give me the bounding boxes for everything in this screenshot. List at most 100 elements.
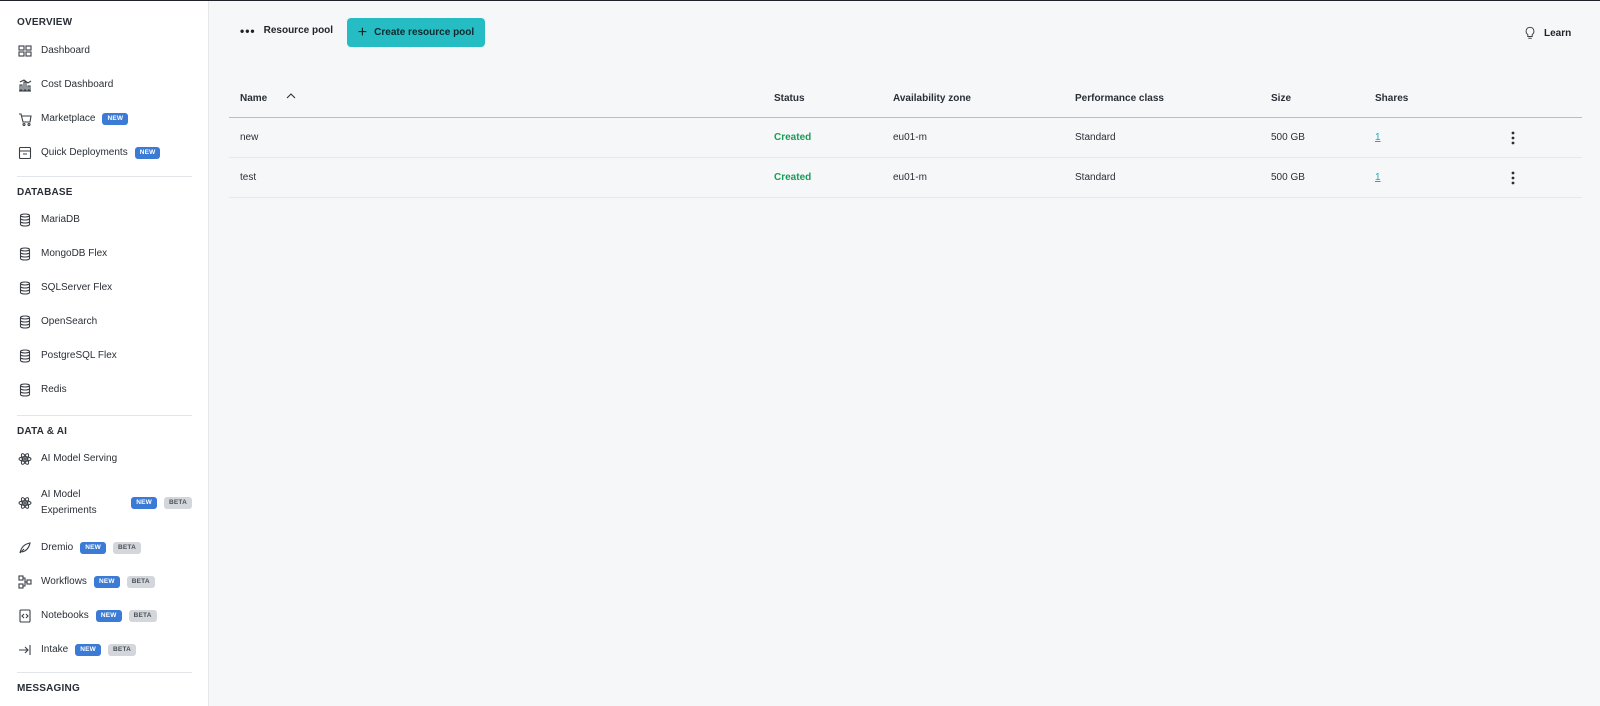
new-badge: NEW	[102, 113, 129, 125]
kebab-menu-icon[interactable]	[1507, 170, 1519, 186]
sidebar-item-label: Dremio	[41, 542, 74, 553]
sidebar-item-dashboard[interactable]: Dashboard	[17, 38, 192, 64]
sidebar-item-mariadb[interactable]: MariaDB	[17, 207, 192, 233]
intake-icon	[17, 642, 33, 658]
sidebar-item-label: PostgreSQL Flex	[41, 350, 117, 361]
section-overview: OVERVIEW	[17, 17, 73, 28]
sidebar-item-workflows[interactable]: Workflows NEW BETA	[17, 569, 192, 595]
new-badge: NEW	[134, 147, 161, 159]
column-size-header: Size	[1271, 93, 1292, 104]
sidebar-item-label: Workflows	[41, 576, 87, 587]
status-badge: Created	[774, 132, 812, 143]
database-icon	[17, 212, 33, 228]
sidebar-item-marketplace[interactable]: Marketplace NEW	[17, 106, 192, 132]
sidebar-item-sqlserver[interactable]: SQLServer Flex	[17, 275, 192, 301]
beta-badge: BETA	[163, 497, 192, 509]
create-resource-pool-button[interactable]: + Create resource pool	[347, 18, 485, 47]
cell-name: test	[240, 172, 257, 183]
create-button-label: Create resource pool	[374, 27, 475, 38]
database-icon	[17, 280, 33, 296]
cell-zone: eu01-m	[893, 172, 927, 183]
beta-badge: BETA	[113, 542, 142, 554]
table-row[interactable]: test Created eu01-m Standard 500 GB 1	[229, 158, 1582, 198]
page-title: Resource pool	[263, 25, 334, 36]
cell-zone: eu01-m	[893, 132, 927, 143]
column-status-header: Status	[774, 93, 805, 104]
chart-icon	[17, 77, 33, 93]
database-icon	[17, 246, 33, 262]
section-messaging: MESSAGING	[17, 683, 80, 694]
column-shares-header: Shares	[1375, 93, 1409, 104]
column-name-header[interactable]: Name	[240, 93, 267, 104]
sidebar-item-dremio[interactable]: Dremio NEW BETA	[17, 535, 192, 561]
resource-pool-menu[interactable]: ••• Resource pool	[240, 23, 334, 38]
divider	[17, 415, 192, 416]
kebab-menu-icon[interactable]	[1507, 130, 1519, 146]
notebook-icon	[17, 608, 33, 624]
new-badge: NEW	[131, 497, 157, 509]
sidebar-item-cost-dashboard[interactable]: Cost Dashboard	[17, 72, 192, 98]
main-content: ••• Resource pool + Create resource pool…	[210, 1, 1600, 706]
atom-icon	[17, 495, 33, 511]
divider	[17, 672, 192, 673]
new-badge: NEW	[93, 576, 120, 588]
cell-name: new	[240, 132, 259, 143]
beta-badge: BETA	[126, 576, 155, 588]
atom-icon	[17, 451, 33, 467]
new-badge: NEW	[75, 644, 102, 656]
column-perf-header: Performance class	[1075, 93, 1164, 104]
shares-link[interactable]: 1	[1375, 132, 1381, 143]
database-icon	[17, 348, 33, 364]
sidebar-item-label: SQLServer Flex	[41, 282, 113, 293]
lightbulb-icon	[1525, 26, 1535, 39]
section-database: DATABASE	[17, 187, 73, 198]
sidebar-item-label: Notebooks	[41, 610, 89, 621]
deploy-icon	[17, 145, 33, 161]
sidebar-item-label: AI Model Serving	[41, 453, 118, 464]
sidebar-item-opensearch[interactable]: OpenSearch	[17, 309, 192, 335]
section-data-ai: DATA & AI	[17, 426, 68, 437]
sidebar-item-ai-serving[interactable]: AI Model Serving	[17, 446, 192, 472]
table-header: Name Status Availability zone Performanc…	[229, 81, 1582, 118]
sidebar-item-label: Intake	[41, 644, 69, 655]
sidebar-item-label: Dashboard	[41, 45, 90, 56]
sidebar-item-notebooks[interactable]: Notebooks NEW BETA	[17, 603, 192, 629]
cell-perf: Standard	[1075, 172, 1116, 183]
status-badge: Created	[774, 172, 812, 183]
sidebar-item-intake[interactable]: Intake NEW BETA	[17, 637, 192, 663]
sidebar-item-redis[interactable]: Redis	[17, 377, 192, 403]
shares-link[interactable]: 1	[1375, 172, 1381, 183]
cart-icon	[17, 111, 33, 127]
new-badge: NEW	[80, 542, 106, 554]
sidebar-item-postgresql[interactable]: PostgreSQL Flex	[17, 343, 192, 369]
divider	[17, 176, 192, 177]
learn-label: Learn	[1544, 27, 1572, 39]
cell-size: 500 GB	[1271, 132, 1305, 143]
learn-button[interactable]: Learn	[1523, 26, 1571, 40]
beta-badge: BETA	[108, 644, 137, 656]
column-zone-header: Availability zone	[893, 93, 971, 104]
sidebar-item-label: Marketplace	[41, 113, 96, 124]
sidebar: OVERVIEW Dashboard Cost Dashboard Market…	[0, 1, 209, 706]
table-row[interactable]: new Created eu01-m Standard 500 GB 1	[229, 118, 1582, 158]
sort-ascending-icon[interactable]	[285, 91, 297, 101]
database-icon	[17, 382, 33, 398]
sidebar-item-quick-deployments[interactable]: Quick Deployments NEW	[17, 140, 192, 166]
sidebar-item-label: MongoDB Flex	[41, 248, 108, 259]
beta-badge: BETA	[128, 610, 157, 622]
cell-perf: Standard	[1075, 132, 1116, 143]
sidebar-item-label: AI Model Experiments	[41, 489, 97, 516]
sidebar-item-label: Cost Dashboard	[41, 79, 114, 90]
new-badge: NEW	[95, 610, 122, 622]
resource-pool-table: Name Status Availability zone Performanc…	[229, 81, 1582, 198]
dashboard-icon	[17, 43, 33, 59]
sidebar-item-ai-experiments[interactable]: AI Model Experiments NEW BETA	[17, 484, 192, 522]
dremio-icon	[17, 540, 33, 556]
cell-size: 500 GB	[1271, 172, 1305, 183]
database-icon	[17, 314, 33, 330]
sidebar-item-mongodb[interactable]: MongoDB Flex	[17, 241, 192, 267]
plus-icon: +	[357, 23, 368, 41]
more-icon: •••	[240, 23, 256, 38]
sidebar-item-label: Redis	[41, 384, 67, 395]
workflow-icon	[17, 574, 33, 590]
